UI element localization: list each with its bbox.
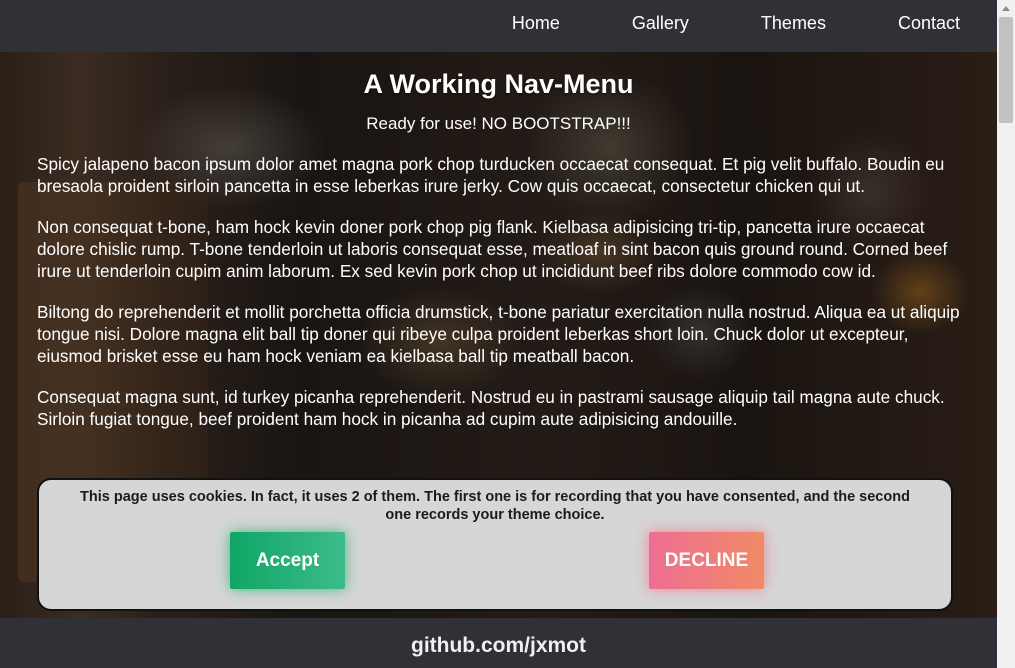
scroll-up-arrow-icon[interactable] xyxy=(1002,6,1010,11)
nav-themes[interactable]: Themes xyxy=(725,0,862,46)
nav-contact[interactable]: Contact xyxy=(862,0,997,46)
nav-home[interactable]: Home xyxy=(476,0,596,46)
top-header: Home Gallery Themes Contact xyxy=(0,0,997,52)
footer: github.com/jxmot xyxy=(0,618,997,668)
footer-link[interactable]: github.com/jxmot xyxy=(411,634,586,657)
decline-button[interactable]: DECLINE xyxy=(649,532,764,589)
page-viewport: Home Gallery Themes Contact A Working Na… xyxy=(0,0,997,668)
cookie-message: This page uses cookies. In fact, it uses… xyxy=(80,489,910,523)
accept-button[interactable]: Accept xyxy=(230,532,345,589)
content-paragraph: Non consequat t-bone, ham hock kevin don… xyxy=(37,217,948,281)
page-subtitle: Ready for use! NO BOOTSTRAP!!! xyxy=(366,114,631,133)
nav-gallery[interactable]: Gallery xyxy=(596,0,725,46)
main-content: A Working Nav-Menu Ready for use! NO BOO… xyxy=(0,52,997,430)
content-paragraph: Biltong do reprehenderit et mollit porch… xyxy=(37,302,960,366)
vertical-scrollbar[interactable] xyxy=(997,0,1015,668)
scrollbar-thumb[interactable] xyxy=(999,17,1013,123)
content-paragraph: Consequat magna sunt, id turkey picanha … xyxy=(37,387,945,429)
content-paragraph: Spicy jalapeno bacon ipsum dolor amet ma… xyxy=(37,154,945,196)
cookie-consent-banner: This page uses cookies. In fact, it uses… xyxy=(37,478,953,611)
nav-menu: Home Gallery Themes Contact xyxy=(476,0,997,46)
page-title: A Working Nav-Menu xyxy=(363,69,634,99)
